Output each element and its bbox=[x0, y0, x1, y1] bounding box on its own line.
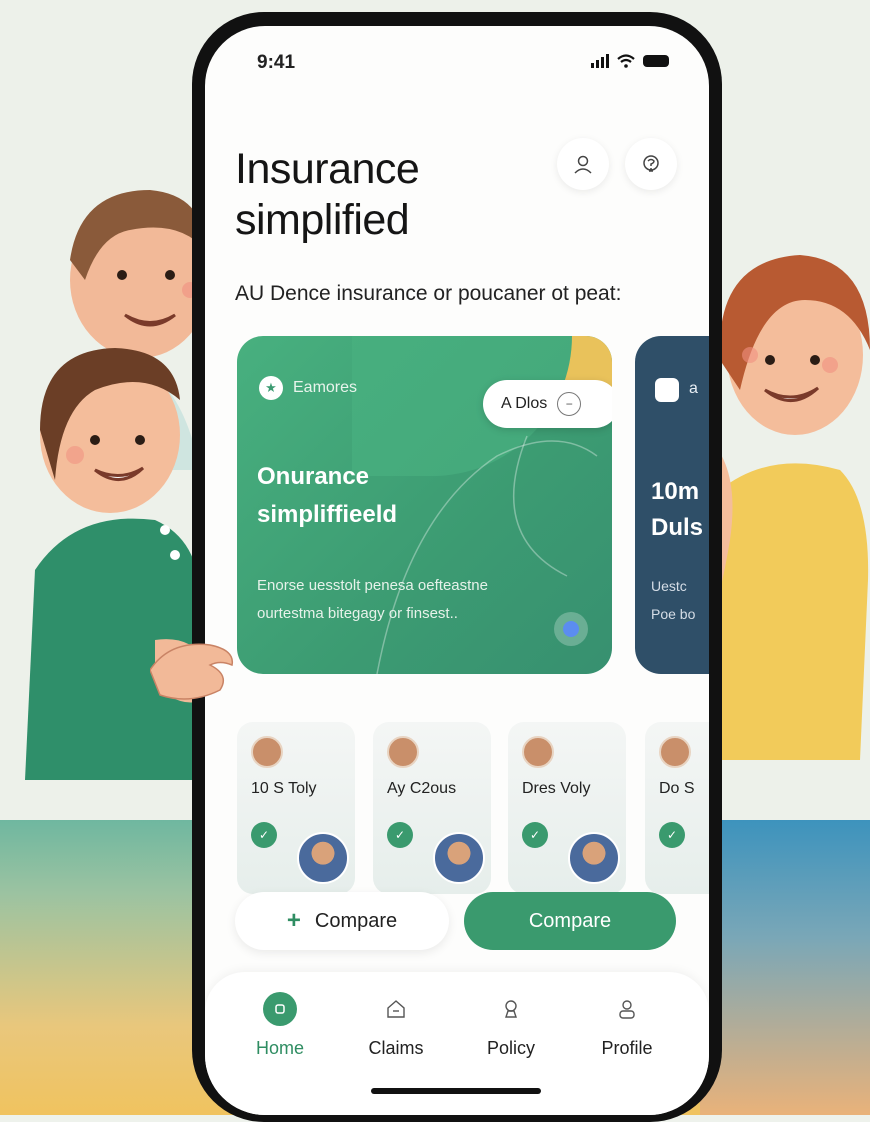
subtitle: AU Dence insurance or poucaner ot peat: bbox=[235, 282, 622, 305]
status-icons bbox=[591, 54, 669, 68]
illustration-woman bbox=[710, 255, 870, 760]
featured-plan-card[interactable]: ★ Eamores A Dlos − Onurance simpliffieel… bbox=[237, 336, 612, 674]
card-desc-line-2: ourtestma bitegagy or finsest.. bbox=[257, 605, 458, 622]
card-heading-line-1: Onurance bbox=[257, 463, 370, 490]
plan-tile-label: Do S bbox=[659, 780, 695, 797]
shield-icon: ✓ bbox=[251, 822, 277, 848]
compare-label: Compare bbox=[528, 909, 612, 932]
card-tag: ★ Eamores bbox=[259, 376, 357, 400]
help-icon bbox=[643, 155, 659, 172]
card-description: Enorse uesstolt penesa oefteastne ourtes… bbox=[257, 572, 577, 628]
home-indicator bbox=[371, 1088, 541, 1094]
battery-icon bbox=[643, 55, 669, 67]
user-icon bbox=[574, 155, 592, 174]
plan-tile[interactable]: Do S ✓ bbox=[645, 722, 709, 894]
minus-icon: − bbox=[557, 392, 582, 416]
home-icon bbox=[263, 992, 297, 1026]
secondary-desc-line-1: Uestc bbox=[651, 578, 687, 594]
policy-icon bbox=[494, 992, 528, 1026]
nav-item-profile[interactable]: Profile bbox=[582, 992, 672, 1059]
secondary-card-description: Uestc Poe bo bbox=[651, 572, 695, 628]
secondary-heading-line-1: 10m bbox=[651, 478, 700, 505]
nav-item-policy[interactable]: Policy bbox=[466, 992, 556, 1059]
compare-button[interactable]: Compare bbox=[464, 892, 676, 950]
shield-icon: ✓ bbox=[659, 822, 685, 848]
card-heading-line-2: simpliffieeld bbox=[257, 501, 398, 528]
card-tag-label: Eamores bbox=[293, 379, 358, 396]
family-photo bbox=[568, 832, 620, 884]
avatar bbox=[387, 736, 419, 768]
family-photo bbox=[297, 832, 349, 884]
avatar bbox=[659, 736, 691, 768]
signal-icon bbox=[591, 54, 609, 68]
plan-tile-label: Ay C2ous bbox=[387, 780, 457, 797]
nav-label-claims: Claims bbox=[368, 1038, 424, 1058]
illustration-boy bbox=[25, 348, 205, 780]
nav-label-policy: Policy bbox=[486, 1038, 535, 1058]
page-title: Insurance simplified bbox=[235, 144, 420, 246]
plan-tile-label: 10 S Toly bbox=[251, 780, 317, 797]
card-indicator[interactable] bbox=[554, 612, 588, 646]
avatar bbox=[251, 736, 283, 768]
title-line-1: Insurance bbox=[235, 145, 420, 193]
home-tag-icon bbox=[655, 378, 679, 402]
card-heading: Onurance simpliffieeld bbox=[257, 458, 397, 534]
compare-add-button[interactable]: + Compare bbox=[235, 892, 449, 950]
shield-icon: ✓ bbox=[387, 822, 413, 848]
card-pill-button[interactable]: A Dlos − bbox=[483, 380, 612, 428]
card-desc-line-1: Enorse uesstolt penesa oefteastne bbox=[257, 577, 488, 594]
profile-icon bbox=[610, 992, 644, 1026]
plus-icon: + bbox=[286, 907, 301, 934]
nav-label-home: Home bbox=[255, 1038, 304, 1058]
plan-tile-label: Dres Voly bbox=[522, 780, 591, 797]
secondary-card-heading: 10m Duls bbox=[651, 474, 703, 546]
compare-add-label: Compare bbox=[314, 909, 398, 932]
avatar bbox=[522, 736, 554, 768]
status-time: 9:41 bbox=[257, 52, 296, 73]
background-gradient-right bbox=[700, 820, 870, 1115]
secondary-plan-card[interactable]: a 10m Duls Uestc Poe bo bbox=[635, 336, 709, 674]
secondary-heading-line-2: Duls bbox=[651, 514, 704, 541]
wifi-icon bbox=[617, 54, 635, 68]
support-button[interactable] bbox=[625, 138, 677, 190]
title-line-2: simplified bbox=[235, 196, 410, 244]
app-screen: 9:41 Insurance simplified AU Dence insur… bbox=[205, 26, 709, 1115]
plan-tile[interactable]: 10 S Toly ✓ bbox=[237, 722, 355, 894]
claims-icon bbox=[379, 992, 413, 1026]
dot-icon bbox=[563, 621, 579, 637]
card-pill-label: A Dlos bbox=[501, 395, 548, 412]
illustration-hand bbox=[150, 643, 234, 700]
nav-item-home[interactable]: Home bbox=[235, 992, 325, 1059]
star-icon: ★ bbox=[259, 376, 283, 400]
nav-item-claims[interactable]: Claims bbox=[351, 992, 441, 1059]
nav-label-profile: Profile bbox=[601, 1038, 653, 1058]
secondary-desc-line-2: Poe bo bbox=[651, 606, 696, 622]
plan-tile[interactable]: Dres Voly ✓ bbox=[508, 722, 626, 894]
profile-button[interactable] bbox=[557, 138, 609, 190]
family-photo bbox=[433, 832, 485, 884]
plan-tile[interactable]: Ay C2ous ✓ bbox=[373, 722, 491, 894]
secondary-card-tag: a bbox=[689, 380, 698, 397]
shield-icon: ✓ bbox=[522, 822, 548, 848]
